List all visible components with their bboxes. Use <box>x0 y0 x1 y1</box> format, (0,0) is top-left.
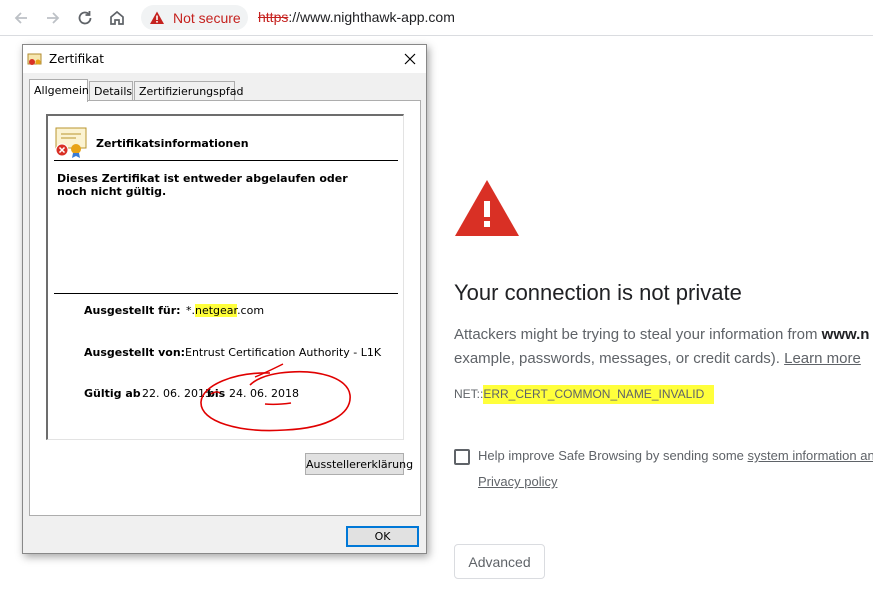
safe-browsing-row: Help improve Safe Browsing by sending so… <box>454 448 873 465</box>
url-domain: ://www.nighthawk-app.com <box>288 9 455 25</box>
learn-more-link[interactable]: Learn more <box>784 350 861 367</box>
reload-icon <box>78 11 92 25</box>
dialog-titlebar: Zertifikat <box>23 45 426 73</box>
divider-bottom <box>54 293 398 294</box>
arrow-right-icon <box>47 12 60 24</box>
browser-toolbar: Not secure https://www.nighthawk-app.com <box>0 0 873 36</box>
issued-by-label: Ausgestellt von: <box>84 346 186 359</box>
valid-from-value: 22. 06. 2015 <box>142 387 212 400</box>
privacy-policy-link[interactable]: Privacy policy <box>478 474 557 489</box>
reload-button[interactable] <box>73 6 97 30</box>
tab-details[interactable]: Details <box>89 81 133 101</box>
certificate-warning: Dieses Zertifikat ist entweder abgelaufe… <box>57 172 348 198</box>
warning-description: Attackers might be trying to steal your … <box>454 323 873 371</box>
close-icon[interactable] <box>402 51 418 67</box>
certificate-dialog: Zertifikat Allgemein Details Zertifizier… <box>22 44 427 554</box>
divider-top <box>54 160 398 161</box>
safe-browsing-text: Help improve Safe Browsing by sending so… <box>478 448 748 463</box>
tab-panel-general: Zertifikatsinformationen Dieses Zertifik… <box>29 100 421 516</box>
certificate-info-title: Zertifikatsinformationen <box>96 137 249 150</box>
issued-to-prefix: *. <box>186 304 195 317</box>
warning-icon <box>150 11 164 24</box>
tab-zertifizierungspfad[interactable]: Zertifizierungspfad <box>134 81 243 101</box>
issued-to-value: *.netgear.com <box>186 304 264 317</box>
valid-to-label: bis <box>207 387 226 400</box>
error-code: NET::ERR_CERT_COMMON_NAME_INVALID <box>454 385 715 404</box>
issued-to-label: Ausgestellt für: <box>84 304 181 317</box>
description-line2: example, passwords, messages, or credit … <box>454 350 785 367</box>
error-prefix: NET:: <box>454 387 484 401</box>
arrow-left-icon <box>14 12 27 24</box>
page-title: Your connection is not private <box>454 280 742 305</box>
system-information-link[interactable]: system information an <box>748 448 873 463</box>
issued-by-value: Entrust Certification Authority - L1K <box>185 346 382 359</box>
advanced-button[interactable]: Advanced <box>454 544 545 579</box>
url-scheme: https <box>258 9 289 25</box>
error-code-highlight: ERR_CERT_COMMON_NAME_INVALID <box>483 385 715 404</box>
warning-triangle-icon <box>455 180 519 236</box>
issued-to-highlight: netgear <box>195 304 238 317</box>
not-secure-label: Not secure <box>173 9 241 26</box>
valid-from-label: Gültig ab <box>84 387 141 400</box>
not-secure-chip[interactable]: Not secure <box>141 5 248 30</box>
certificate-app-icon <box>27 53 42 65</box>
home-button[interactable] <box>105 6 129 30</box>
back-button[interactable] <box>9 6 33 30</box>
issued-to-suffix: .com <box>237 304 265 317</box>
safe-browsing-checkbox[interactable] <box>454 448 470 465</box>
certificate-info-box: Zertifikatsinformationen Dieses Zertifik… <box>46 114 404 440</box>
issuer-statement-button[interactable]: Ausstellererklärung <box>305 453 413 475</box>
home-icon <box>110 10 124 25</box>
site-name: www.n <box>821 326 870 343</box>
address-bar[interactable]: https://www.nighthawk-app.com <box>258 9 455 25</box>
dialog-title: Zertifikat <box>49 52 104 66</box>
certificate-error-icon <box>55 127 87 158</box>
valid-to-value: 24. 06. 2018 <box>229 387 299 400</box>
ok-button[interactable]: OK <box>346 526 419 547</box>
tab-allgemein[interactable]: Allgemein <box>29 79 89 102</box>
forward-button[interactable] <box>41 6 65 30</box>
description-line1: Attackers might be trying to steal your … <box>454 326 822 343</box>
